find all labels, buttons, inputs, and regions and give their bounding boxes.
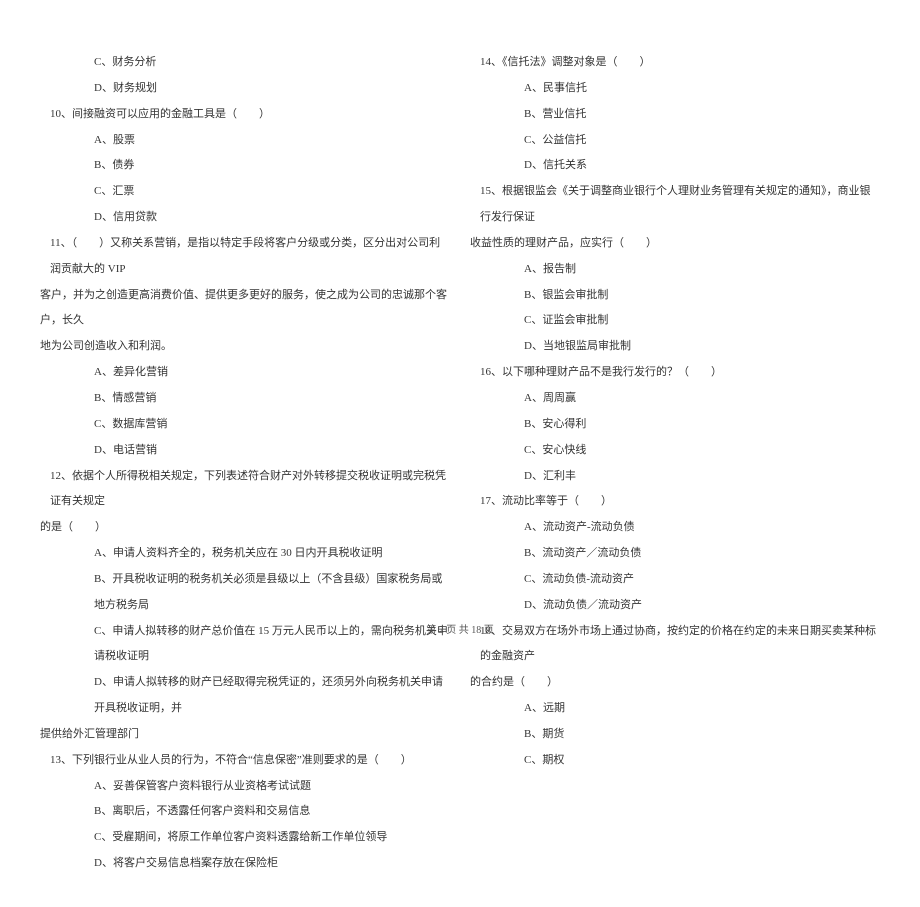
q17-option-b: B、流动资产／流动负债	[470, 541, 880, 567]
q10-option-d: D、信用贷款	[40, 205, 450, 231]
q15-option-c: C、证监会审批制	[470, 308, 880, 334]
q12-line1: 12、依据个人所得税相关规定，下列表述符合财产对外转移提交税收证明或完税凭证有关…	[40, 464, 450, 516]
q12-line2: 的是（ ）	[40, 515, 450, 541]
q10-text: 10、间接融资可以应用的金融工具是（ ）	[40, 102, 450, 128]
q11-option-d: D、电话营销	[40, 438, 450, 464]
right-column: 14、《信托法》调整对象是（ ） A、民事信托 B、营业信托 C、公益信托 D、…	[470, 50, 880, 877]
q11-option-c: C、数据库营销	[40, 412, 450, 438]
q14-option-d: D、信托关系	[470, 153, 880, 179]
q16-option-b: B、安心得利	[470, 412, 880, 438]
q12-option-d-line1: D、申请人拟转移的财产已经取得完税凭证的，还须另外向税务机关申请开具税收证明，并	[40, 670, 450, 722]
page-content: C、财务分析 D、财务规划 10、间接融资可以应用的金融工具是（ ） A、股票 …	[0, 0, 920, 907]
page-footer: 第 2 页 共 18 页	[0, 621, 920, 636]
q14-text: 14、《信托法》调整对象是（ ）	[470, 50, 880, 76]
q12-option-a: A、申请人资料齐全的，税务机关应在 30 日内开具税收证明	[40, 541, 450, 567]
q11-line1: 11、（ ）又称关系营销，是指以特定手段将客户分级或分类，区分出对公司利润贡献大…	[40, 231, 450, 283]
q11-option-b: B、情感营销	[40, 386, 450, 412]
q10-option-b: B、债券	[40, 153, 450, 179]
q9-option-d: D、财务规划	[40, 76, 450, 102]
q16-option-a: A、周周赢	[470, 386, 880, 412]
q15-line2: 收益性质的理财产品，应实行（ ）	[470, 231, 880, 257]
q15-option-a: A、报告制	[470, 257, 880, 283]
q17-option-d: D、流动负债／流动资产	[470, 593, 880, 619]
q12-option-d-line2: 提供给外汇管理部门	[40, 722, 450, 748]
q14-option-b: B、营业信托	[470, 102, 880, 128]
q13-option-b: B、离职后，不透露任何客户资料和交易信息	[40, 799, 450, 825]
q16-option-c: C、安心快线	[470, 438, 880, 464]
q16-option-d: D、汇利丰	[470, 464, 880, 490]
q18-option-c: C、期权	[470, 748, 880, 774]
q15-option-d: D、当地银监局审批制	[470, 334, 880, 360]
q10-option-c: C、汇票	[40, 179, 450, 205]
q17-option-c: C、流动负债-流动资产	[470, 567, 880, 593]
q17-text: 17、流动比率等于（ ）	[470, 489, 880, 515]
q17-option-a: A、流动资产-流动负债	[470, 515, 880, 541]
q11-line2: 客户，并为之创造更高消费价值、提供更多更好的服务，使之成为公司的忠诚那个客户，长…	[40, 283, 450, 335]
left-column: C、财务分析 D、财务规划 10、间接融资可以应用的金融工具是（ ） A、股票 …	[40, 50, 450, 877]
q13-option-d: D、将客户交易信息档案存放在保险柜	[40, 851, 450, 877]
q18-option-b: B、期货	[470, 722, 880, 748]
q14-option-a: A、民事信托	[470, 76, 880, 102]
q13-text: 13、下列银行业从业人员的行为，不符合“信息保密”准则要求的是（ ）	[40, 748, 450, 774]
q10-option-a: A、股票	[40, 128, 450, 154]
q18-line2: 的合约是（ ）	[470, 670, 880, 696]
q15-line1: 15、根据银监会《关于调整商业银行个人理财业务管理有关规定的通知》，商业银行发行…	[470, 179, 880, 231]
q14-option-c: C、公益信托	[470, 128, 880, 154]
q9-option-c: C、财务分析	[40, 50, 450, 76]
q11-option-a: A、差异化营销	[40, 360, 450, 386]
q11-line3: 地为公司创造收入和利润。	[40, 334, 450, 360]
q18-option-a: A、远期	[470, 696, 880, 722]
q12-option-b: B、开具税收证明的税务机关必须是县级以上（不含县级）国家税务局或地方税务局	[40, 567, 450, 619]
q15-option-b: B、银监会审批制	[470, 283, 880, 309]
q16-text: 16、以下哪种理财产品不是我行发行的？（ ）	[470, 360, 880, 386]
q13-option-a: A、妥善保管客户资料银行从业资格考试试题	[40, 774, 450, 800]
q13-option-c: C、受雇期间，将原工作单位客户资料透露给新工作单位领导	[40, 825, 450, 851]
